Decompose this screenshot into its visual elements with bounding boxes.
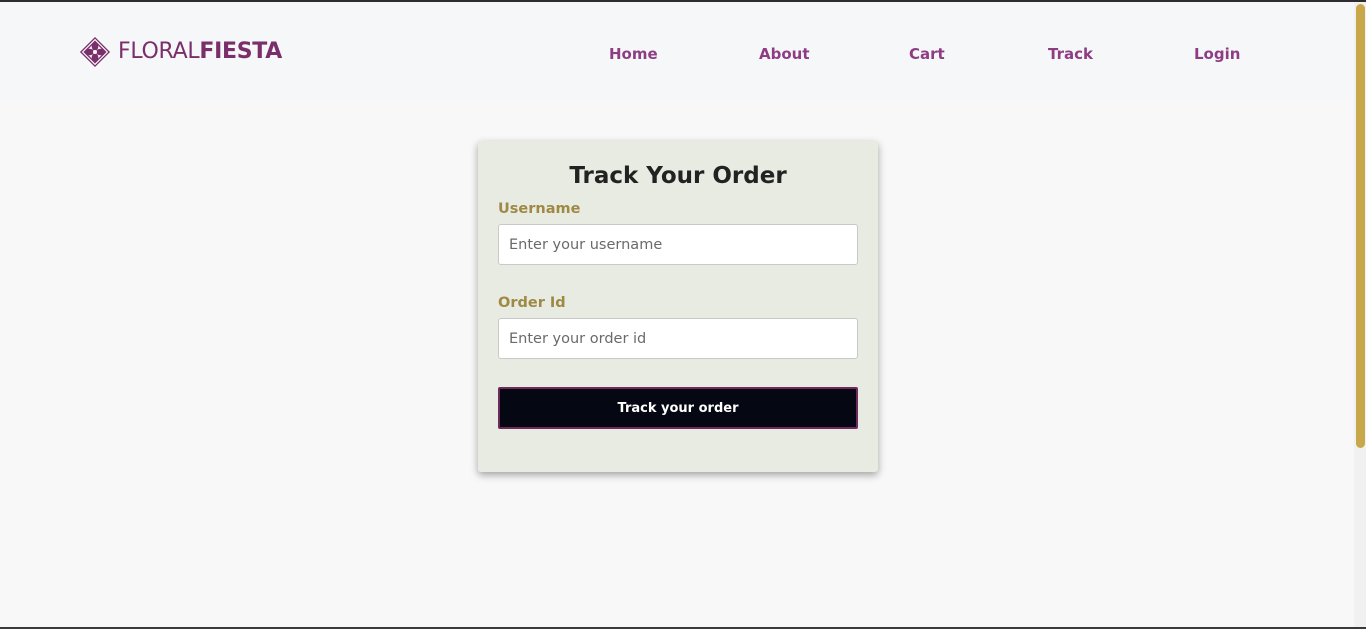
nav-about[interactable]: About [759, 45, 810, 63]
scrollbar-thumb[interactable] [1356, 4, 1365, 448]
floral-diamond-icon [78, 35, 112, 69]
brand-logo[interactable]: FLORALFIESTA [78, 34, 282, 70]
form-title: Track Your Order [569, 163, 787, 189]
nav-home[interactable]: Home [609, 45, 658, 63]
username-input[interactable] [498, 224, 858, 265]
track-order-card: Track Your Order Username Order Id Track… [478, 141, 878, 472]
nav-login[interactable]: Login [1194, 45, 1240, 63]
page: FLORALFIESTA Home About Cart Track Login… [0, 0, 1366, 629]
brand-name-light: FLORAL [118, 39, 200, 64]
brand-name-bold: FIESTA [199, 39, 282, 64]
brand-name: FLORALFIESTA [118, 41, 282, 63]
track-order-button[interactable]: Track your order [498, 387, 858, 429]
nav-track[interactable]: Track [1048, 45, 1093, 63]
nav-cart[interactable]: Cart [909, 45, 945, 63]
page-scrollbar[interactable] [1354, 2, 1366, 629]
username-label: Username [498, 201, 581, 217]
order-id-input[interactable] [498, 318, 858, 359]
site-header: FLORALFIESTA Home About Cart Track Login [0, 2, 1354, 100]
order-id-label: Order Id [498, 295, 566, 311]
